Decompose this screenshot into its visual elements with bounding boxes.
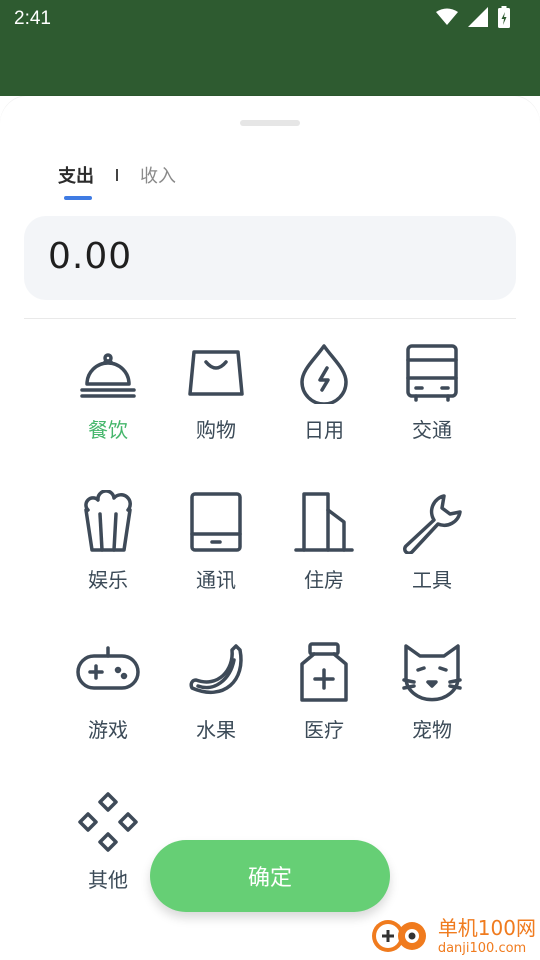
diamonds-icon [78,792,138,852]
category-label: 工具 [412,568,452,592]
wrench-icon [403,494,462,554]
gamepad-icon [76,646,140,690]
banana-icon [189,644,243,695]
building-icon [294,492,354,552]
category-item-telecom[interactable]: 通讯 [162,490,270,620]
category-label: 通讯 [196,568,236,592]
drop-lightning-icon [300,344,348,404]
category-item-housing[interactable]: 住房 [270,490,378,620]
category-item-medical[interactable]: 医疗 [270,640,378,770]
watermark-text: 单机100网 danji100.com [438,912,536,956]
category-item-tools[interactable]: 工具 [378,490,486,620]
bus-icon [406,344,458,402]
category-label: 游戏 [88,718,128,742]
sheet-drag-handle[interactable] [240,120,300,126]
tab-expense[interactable]: 支出 [58,162,94,200]
confirm-button[interactable]: 确定 [150,840,390,912]
category-label: 宠物 [412,718,452,742]
cloche-icon [80,353,136,398]
bottom-sheet: 支出 收入 0.00 餐饮 购物 日用 交通 娱乐 通讯 住房 工具 游戏 水果… [0,96,540,960]
category-item-pets[interactable]: 宠物 [378,640,486,770]
category-label: 水果 [196,718,236,742]
status-time: 2:41 [14,8,51,29]
divider [24,318,516,319]
shopping-bag-icon [188,350,244,396]
watermark-line1: 单机100网 [437,916,536,940]
popcorn-icon [84,490,132,552]
category-label: 购物 [196,418,236,442]
category-item-entertainment[interactable]: 娱乐 [54,490,162,620]
battery-icon [498,6,510,28]
cat-icon [402,644,462,702]
type-tabs: 支出 收入 [58,162,176,200]
category-label: 其他 [88,868,128,892]
category-label: 餐饮 [88,418,128,442]
category-item-shopping[interactable]: 购物 [162,340,270,470]
category-label: 娱乐 [88,568,128,592]
medicine-bottle-icon [300,642,348,702]
wifi-icon [436,8,458,25]
category-item-transport[interactable]: 交通 [378,340,486,470]
phone-device-icon [190,492,242,552]
watermark-line2: danji100.com [437,941,527,956]
status-icons [436,6,510,28]
category-label: 日用 [304,418,344,442]
category-item-dining[interactable]: 餐饮 [54,340,162,470]
watermark: 单机100网 danji100.com [368,912,536,956]
category-label: 交通 [412,418,452,442]
tab-separator [116,169,118,181]
amount-field[interactable]: 0.00 [24,216,516,300]
category-item-games[interactable]: 游戏 [54,640,162,770]
category-label: 住房 [304,568,344,592]
category-label: 医疗 [304,718,344,742]
category-item-daily[interactable]: 日用 [270,340,378,470]
signal-icon [468,7,488,27]
tab-income[interactable]: 收入 [140,162,176,188]
category-item-fruit[interactable]: 水果 [162,640,270,770]
amount-value: 0.00 [48,236,133,277]
category-item-other[interactable]: 其他 [54,790,162,920]
watermark-logo-icon [371,920,426,952]
status-bar: 2:41 [0,0,540,96]
